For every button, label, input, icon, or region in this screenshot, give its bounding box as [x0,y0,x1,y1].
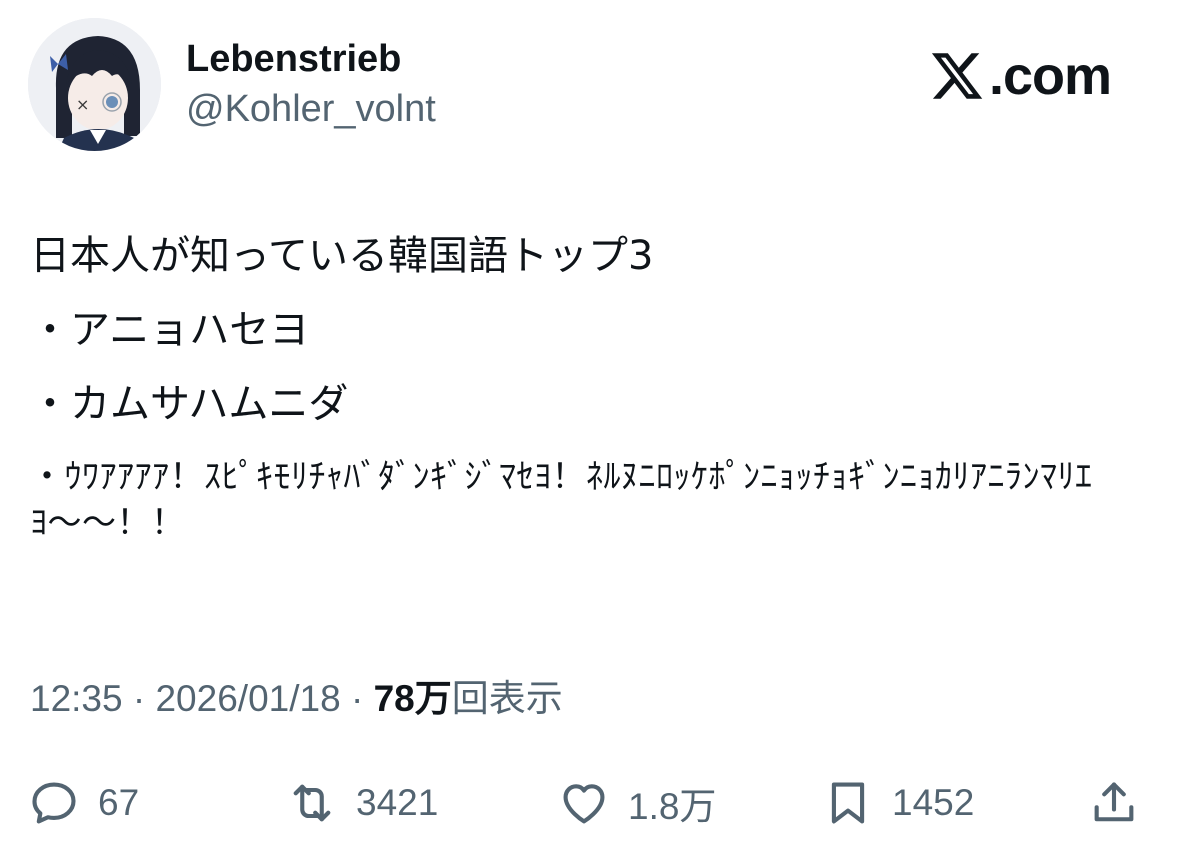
tweet-line: 日本人が知っている韓国語トップ3 [30,233,654,279]
user-names: Lebenstrieb @Kohler_volnt [186,36,436,132]
tweet-actions: 67 3421 1.8万 1452 [28,768,1151,838]
tweet-date[interactable]: 2026/01/18 [155,678,340,719]
user-handle[interactable]: @Kohler_volnt [186,86,436,132]
repost-icon [293,784,331,822]
brand-text: .com [988,46,1112,106]
brand-watermark: .com [929,46,1112,106]
tweet-text: 日本人が知っている韓国語トップ3 ・アニョハセヨ ・カムサハムニダ ・ｳﾜｱｱｱ… [30,232,1160,546]
share-button[interactable] [1088,768,1140,838]
tweet-line: ・アニョハセヨ [30,307,310,353]
tweet-meta: 12:35 · 2026/01/18 · 78万回表示 [30,676,563,722]
tweet-time[interactable]: 12:35 [30,678,123,719]
repost-count: 3421 [356,782,439,823]
repost-button[interactable]: 3421 [286,768,438,838]
bookmark-icon [831,782,865,824]
share-icon [1094,782,1134,822]
heart-icon [563,784,605,824]
views-label: 回表示 [451,678,563,719]
tweet-line: ・カムサハムニダ [30,381,349,427]
tweet-header: × Lebenstrieb @Kohler_volnt .com [28,18,1151,154]
avatar[interactable]: × [28,18,161,151]
svg-text:×: × [76,95,89,114]
meta-separator: · [122,678,156,719]
views-count: 78万 [373,678,452,719]
bookmark-button[interactable]: 1452 [822,768,974,838]
reply-icon [32,782,76,824]
display-name[interactable]: Lebenstrieb [186,36,436,82]
like-count: 1.8万 [628,786,717,827]
like-button[interactable]: 1.8万 [558,768,716,838]
x-logo-icon [931,53,983,99]
reply-count: 67 [98,782,140,823]
bookmark-count: 1452 [892,782,975,823]
reply-button[interactable]: 67 [28,768,139,838]
tweet-line: ・ｳﾜｱｱｱｱ！ｽﾋﾟｷﾓﾘﾁｬﾊﾞﾀﾞﾝｷﾞｼﾞﾏｾﾖ！ﾈﾙﾇﾆﾛｯｹﾎﾟﾝﾆ… [30,457,1093,543]
meta-separator: · [340,678,374,719]
